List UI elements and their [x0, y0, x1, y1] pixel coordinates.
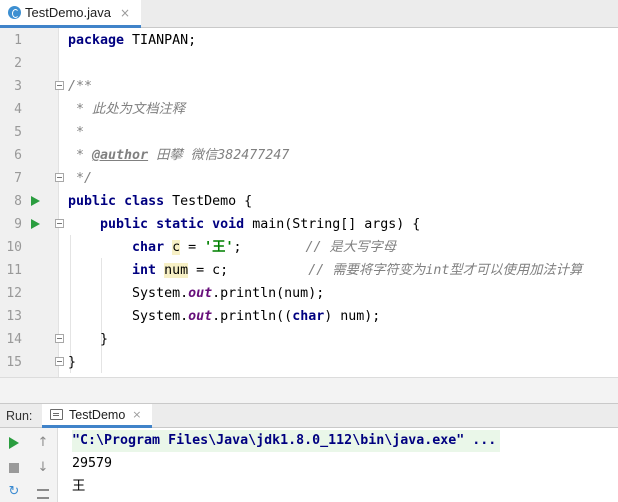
code-editor[interactable]: 1 package TIANPAN; 2 3 /** 4 * 此处为文档注释 5… [0, 28, 618, 377]
doc-comment: * 此处为文档注释 [68, 102, 186, 117]
run-class-icon[interactable] [31, 196, 40, 206]
line-number: 4 [14, 102, 22, 117]
code-text: ; [233, 240, 242, 255]
keyword: int [132, 263, 157, 278]
code-line-6[interactable]: 6 * @author 田攀 微信382477247 [0, 144, 618, 167]
line-number: 12 [6, 286, 22, 301]
line-number: 3 [14, 79, 22, 94]
soft-wrap-icon[interactable] [35, 486, 51, 502]
code-text: } [100, 332, 109, 347]
code-text: TIANPAN; [124, 33, 197, 48]
fold-icon[interactable] [55, 219, 64, 228]
static-field: out [188, 309, 213, 324]
highlighted-variable: c [172, 240, 181, 255]
panel-divider[interactable] [0, 377, 618, 403]
code-line-2[interactable]: 2 [0, 52, 618, 75]
run-tab-label: TestDemo [69, 407, 126, 422]
code-line-3[interactable]: 3 /** [0, 75, 618, 98]
run-title: Run: [6, 409, 33, 423]
fold-icon[interactable] [55, 334, 64, 343]
run-icon[interactable] [6, 435, 22, 451]
code-line-4[interactable]: 4 * 此处为文档注释 [0, 98, 618, 121]
line-comment: // 需要将字符变为int型才可以使用加法计算 [308, 263, 583, 278]
console-icon [50, 409, 63, 420]
code-text: .println(( [212, 309, 293, 324]
code-text: } [68, 355, 77, 370]
code-text: = [180, 240, 205, 255]
code-line-11[interactable]: 11 int num = c; // 需要将字符变为int型才可以使用加法计算 [0, 259, 618, 282]
char-literal: '王' [204, 240, 234, 255]
console-toolbar: ↑ ↓ ↻ [0, 428, 58, 502]
java-class-icon [8, 6, 21, 19]
close-icon[interactable]: × [120, 6, 130, 20]
doc-comment: /** [68, 79, 93, 94]
keyword: static [156, 217, 205, 232]
line-number: 6 [14, 148, 22, 163]
code-line-9[interactable]: 9 public static void main(String[] args)… [0, 213, 618, 236]
fold-icon[interactable] [55, 357, 64, 366]
code-line-1[interactable]: 1 package TIANPAN; [0, 29, 618, 52]
keyword: package [68, 33, 125, 48]
doc-comment: */ [68, 171, 93, 186]
down-arrow-icon[interactable]: ↓ [35, 460, 51, 476]
line-number: 15 [6, 355, 22, 370]
line-comment: // 是大写字母 [305, 240, 397, 255]
code-text: .println(num); [212, 286, 325, 301]
line-number: 8 [14, 194, 22, 209]
run-tool-window-header: Run: TestDemo × [0, 403, 618, 428]
console-command-line: "C:\Program Files\Java\jdk1.8.0_112\bin\… [72, 430, 501, 452]
code-text: System. [132, 309, 189, 324]
keyword: public [68, 194, 117, 209]
doc-comment: * [68, 148, 93, 163]
line-number: 9 [14, 217, 22, 232]
editor-tab-bar: TestDemo.java × [0, 0, 618, 28]
fold-icon[interactable] [55, 173, 64, 182]
keyword: class [124, 194, 165, 209]
code-line-5[interactable]: 5 * [0, 121, 618, 144]
code-line-14[interactable]: 14 } [0, 328, 618, 351]
code-line-8[interactable]: 8 public class TestDemo { [0, 190, 618, 213]
editor-tab-label: TestDemo.java [25, 5, 111, 20]
code-text: ) num); [324, 309, 381, 324]
keyword: void [212, 217, 245, 232]
code-line-15[interactable]: 15 } [0, 351, 618, 374]
code-line-13[interactable]: 13 System.out.println((char) num); [0, 305, 618, 328]
code-line-10[interactable]: 10 char c = '王'; // 是大写字母 [0, 236, 618, 259]
close-icon[interactable]: × [132, 408, 141, 421]
doc-comment: 田攀 微信382477247 [148, 148, 290, 163]
line-number: 5 [14, 125, 22, 140]
keyword: char [292, 309, 325, 324]
static-field: out [188, 286, 213, 301]
line-number: 13 [6, 309, 22, 324]
run-method-icon[interactable] [31, 219, 40, 229]
javadoc-tag: @author [92, 148, 149, 163]
rerun-icon[interactable]: ↻ [6, 484, 22, 500]
fold-icon[interactable] [55, 81, 64, 90]
editor-tab-testdemo[interactable]: TestDemo.java × [0, 0, 141, 28]
doc-comment: * [68, 125, 85, 140]
code-text: main(String[] args) { [244, 217, 421, 232]
code-text: = c; [188, 263, 229, 278]
code-text: TestDemo { [164, 194, 253, 209]
line-number: 10 [6, 240, 22, 255]
run-console[interactable]: ↑ ↓ ↻ "C:\Program Files\Java\jdk1.8.0_11… [0, 428, 618, 502]
line-number: 2 [14, 56, 22, 71]
code-line-7[interactable]: 7 */ [0, 167, 618, 190]
line-number: 7 [14, 171, 22, 186]
keyword: char [132, 240, 165, 255]
line-number: 1 [14, 33, 22, 48]
code-text: System. [132, 286, 189, 301]
keyword: public [100, 217, 149, 232]
line-number: 11 [6, 263, 22, 278]
console-output-line: 29579 [72, 456, 113, 471]
line-number: 14 [6, 332, 22, 347]
code-line-12[interactable]: 12 System.out.println(num); [0, 282, 618, 305]
up-arrow-icon[interactable]: ↑ [35, 435, 51, 451]
stop-icon[interactable] [6, 460, 22, 476]
run-tab-testdemo[interactable]: TestDemo × [42, 404, 152, 428]
console-output-line: 王 [72, 479, 86, 494]
highlighted-variable: num [164, 263, 189, 278]
